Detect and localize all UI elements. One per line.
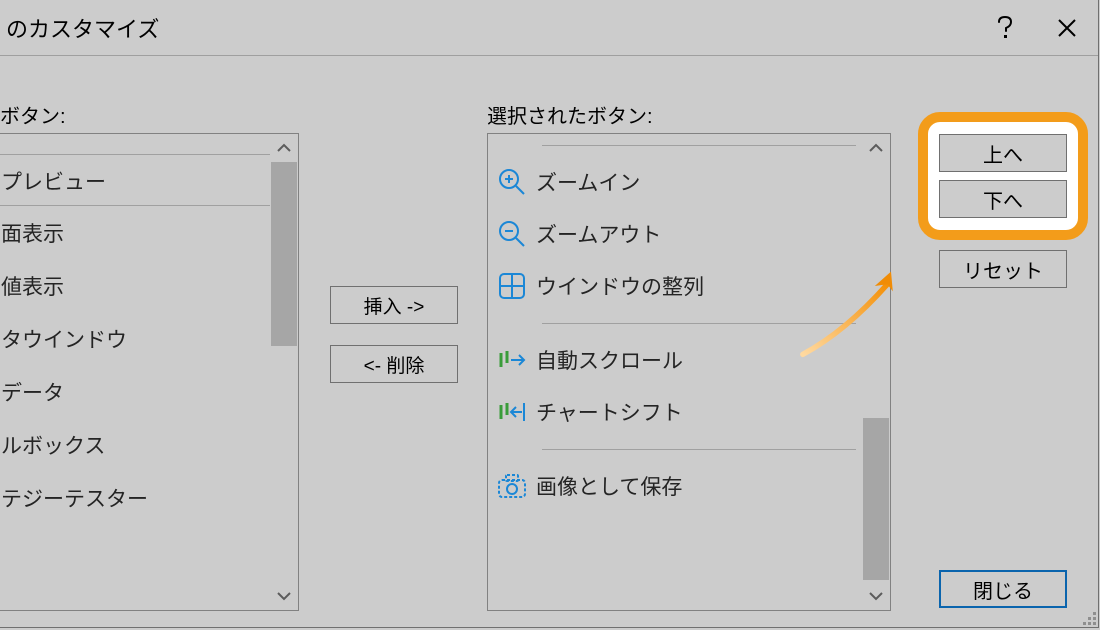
button-label: 下へ [983,185,1023,214]
separator [542,323,856,324]
save-image-icon [497,473,527,499]
list-item-label: 面表示 [1,218,64,248]
help-button[interactable] [974,0,1036,56]
selected-items: ズームイン ズームアウト ウインドウの整列 自動スクロール チャートシ [488,134,862,610]
available-listbox[interactable]: プレビュー 面表示 値表示 タウインドウ データ ルボックス テジーテスター [0,133,299,611]
scrollbar-vertical[interactable] [270,134,298,610]
separator [0,154,270,155]
list-item[interactable]: ズームイン [488,156,862,208]
auto-scroll-icon [497,349,527,371]
chevron-down-icon [277,591,291,601]
list-item-label: プレビュー [1,166,106,196]
list-item-label: データ [1,377,64,407]
available-label: ボタン: [0,100,66,129]
button-label: 上へ [983,139,1023,168]
scroll-up-button[interactable] [862,134,890,162]
list-item[interactable]: データ [0,365,270,418]
list-item-label: ウインドウの整列 [536,271,704,301]
scroll-thumb[interactable] [863,418,889,580]
selected-listbox[interactable]: ズームイン ズームアウト ウインドウの整列 自動スクロール チャートシ [487,133,891,611]
remove-button[interactable]: <- 削除 [330,345,458,383]
list-item-label: 自動スクロール [536,345,683,375]
chevron-up-icon [277,143,291,153]
list-item[interactable]: 値表示 [0,259,270,312]
close-button[interactable]: 閉じる [939,570,1067,608]
button-label: リセット [963,255,1043,284]
zoom-in-icon [497,167,527,197]
tile-windows-icon [498,272,526,300]
insert-button[interactable]: 挿入 -> [330,286,458,324]
separator [542,145,856,146]
list-item[interactable]: ウインドウの整列 [488,260,862,312]
list-item-label: 値表示 [1,271,64,301]
button-label: 挿入 -> [364,292,425,319]
scrollbar-vertical[interactable] [862,134,890,610]
list-item-label: テジーテスター [1,483,148,513]
zoom-out-icon [497,219,527,249]
window-title: のカスタマイズ [0,12,974,44]
list-item[interactable]: タウインドウ [0,312,270,365]
move-up-button[interactable]: 上へ [939,134,1067,172]
close-icon [1057,18,1077,38]
list-item[interactable]: 面表示 [0,206,270,259]
reset-button[interactable]: リセット [939,250,1067,288]
move-down-button[interactable]: 下へ [939,180,1067,218]
list-item-label: 画像として保存 [536,471,682,501]
selected-label: 選択されたボタン: [487,100,653,129]
scroll-down-button[interactable] [862,582,890,610]
chart-shift-icon [497,401,527,423]
list-item[interactable]: チャートシフト [488,386,862,438]
dialog-window: のカスタマイズ ボタン: 選択されたボタン: プレビュー 面表示 値表示 タウイ… [0,0,1099,628]
annotation-highlight: 上へ 下へ [918,112,1088,240]
scroll-down-button[interactable] [270,582,298,610]
list-item[interactable]: ズームアウト [488,208,862,260]
button-label: <- 削除 [364,351,425,378]
list-item-label: ルボックス [1,430,105,460]
list-item[interactable]: 画像として保存 [488,460,862,512]
list-item-label: ズームイン [536,167,640,197]
scroll-up-button[interactable] [270,134,298,162]
list-item-label: タウインドウ [1,324,127,354]
list-item[interactable]: 自動スクロール [488,334,862,386]
chevron-down-icon [869,591,883,601]
scroll-thumb[interactable] [271,162,297,346]
button-label: 閉じる [973,575,1033,604]
list-item-label: チャートシフト [536,397,683,427]
list-item[interactable]: テジーテスター [0,471,270,524]
close-window-button[interactable] [1036,0,1098,56]
list-item[interactable]: プレビュー [0,157,270,205]
available-items: プレビュー 面表示 値表示 タウインドウ データ ルボックス テジーテスター [0,134,270,610]
help-icon [996,16,1014,40]
separator [542,449,856,450]
chevron-up-icon [869,143,883,153]
list-item[interactable]: ルボックス [0,418,270,471]
titlebar: のカスタマイズ [0,0,1098,56]
resize-grip[interactable] [1080,609,1096,625]
dialog-body: ボタン: 選択されたボタン: プレビュー 面表示 値表示 タウインドウ データ … [0,56,1098,627]
list-item-label: ズームアウト [536,219,661,249]
